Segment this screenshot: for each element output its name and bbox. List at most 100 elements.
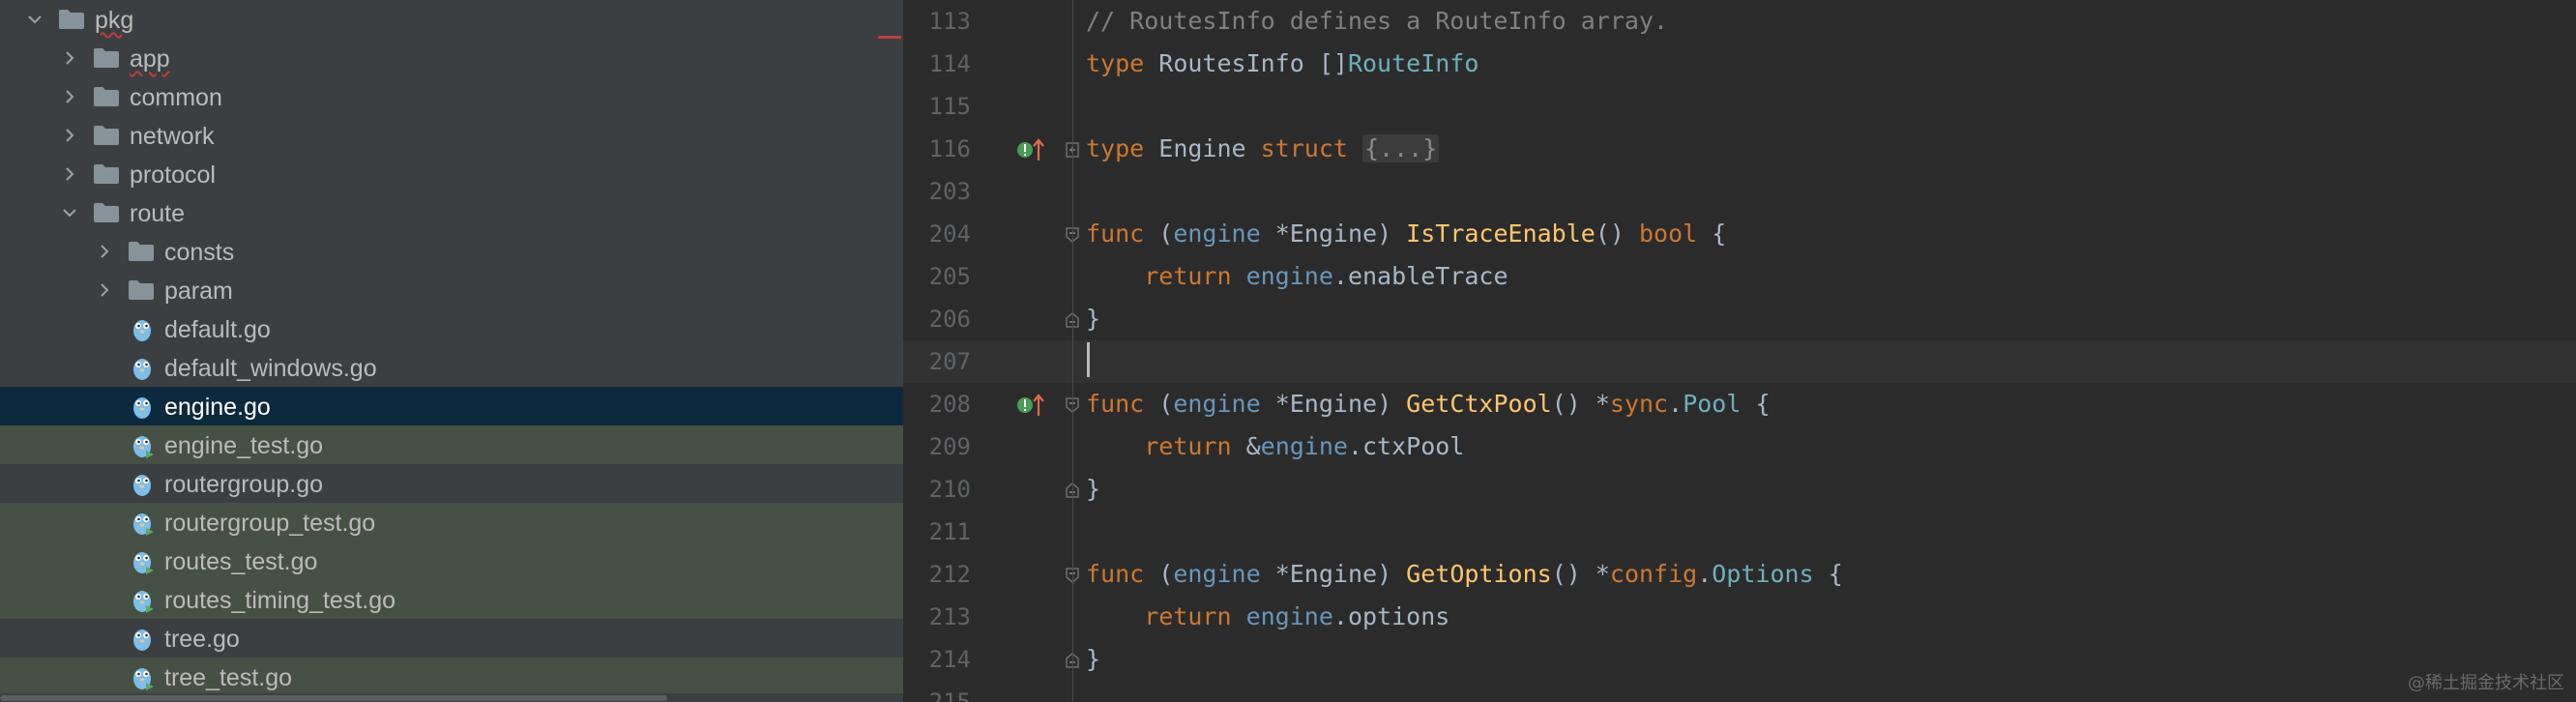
line-number[interactable]: 115 — [903, 92, 971, 121]
tree-item-routergroup-test-go[interactable]: routergroup_test.go — [0, 503, 903, 541]
tree-item-label: engine.go — [164, 394, 271, 421]
line-number[interactable]: 209 — [903, 432, 971, 461]
code-text[interactable]: // RoutesInfo defines a RouteInfo array. — [1086, 7, 1668, 36]
code-line-204[interactable]: 204 func (engine *Engine) IsTraceEnable()… — [903, 213, 2576, 255]
tree-item-routergroup-go[interactable]: routergroup.go — [0, 464, 903, 503]
code-editor[interactable]: 113 // RoutesInfo defines a RouteInfo arr… — [903, 0, 2576, 702]
code-token: } — [1086, 645, 1101, 673]
code-token: () — [1595, 219, 1639, 248]
code-line-113[interactable]: 113 // RoutesInfo defines a RouteInfo arr… — [903, 0, 2576, 43]
tree-item-label: protocol — [130, 161, 216, 189]
code-line-213[interactable]: 213 return engine.options — [903, 596, 2576, 638]
tree-item-default-windows-go[interactable]: default_windows.go — [0, 348, 903, 387]
tree-item-engine-go[interactable]: engine.go — [0, 387, 903, 425]
code-line-207[interactable]: 207 — [903, 340, 2576, 383]
tree-item-label: tree.go — [164, 626, 240, 653]
line-number[interactable]: 116 — [903, 134, 971, 163]
code-token: return — [1144, 432, 1246, 460]
code-token: GetCtxPool — [1406, 390, 1552, 418]
chevron-right-icon[interactable] — [97, 244, 112, 259]
code-token: engine — [1260, 432, 1348, 460]
line-number[interactable]: 211 — [903, 517, 971, 546]
tree-item-label: pkg — [95, 7, 134, 34]
code-text[interactable]: func (engine *Engine) IsTraceEnable() bo… — [1086, 219, 1726, 249]
code-text[interactable]: } — [1086, 645, 1100, 674]
code-line-214[interactable]: 214} — [903, 638, 2576, 681]
line-number[interactable]: 205 — [903, 262, 971, 291]
code-line-209[interactable]: 209 return &engine.ctxPool — [903, 425, 2576, 468]
tree-item-default-go[interactable]: default.go — [0, 309, 903, 348]
tree-item-engine-test-go[interactable]: engine_test.go — [0, 425, 903, 464]
tree-item-label: common — [130, 84, 222, 111]
code-token: .options — [1332, 602, 1450, 630]
tree-item-common[interactable]: common — [0, 77, 903, 116]
code-token: * — [1274, 390, 1290, 418]
line-number[interactable]: 213 — [903, 602, 971, 631]
folder-icon — [59, 10, 84, 29]
code-text[interactable]: func (engine *Engine) GetOptions() *conf… — [1086, 560, 1843, 589]
chevron-right-icon[interactable] — [62, 89, 77, 104]
tree-item-label: default.go — [164, 316, 271, 343]
chevron-right-icon[interactable] — [62, 166, 77, 182]
code-text[interactable]: return engine.options — [1086, 602, 1449, 631]
project-tree[interactable]: pkg app common network protocol route consts pa… — [0, 0, 903, 702]
tree-item-app[interactable]: app — [0, 39, 903, 77]
implements-icon[interactable] — [1016, 393, 1045, 418]
code-line-115[interactable]: 115 — [903, 85, 2576, 128]
chevron-right-icon[interactable] — [62, 50, 77, 66]
folder-icon — [94, 203, 119, 222]
line-number[interactable]: 113 — [903, 7, 971, 36]
tree-item-consts[interactable]: consts — [0, 232, 903, 271]
line-number[interactable]: 204 — [903, 219, 971, 249]
implements-icon[interactable] — [1016, 137, 1045, 162]
code-line-114[interactable]: 114 type RoutesInfo []RouteInfo — [903, 43, 2576, 85]
code-text[interactable]: func (engine *Engine) GetCtxPool() *sync… — [1086, 390, 1771, 419]
line-number[interactable]: 212 — [903, 560, 971, 589]
tree-item-routes-test-go[interactable]: routes_test.go — [0, 541, 903, 580]
code-line-205[interactable]: 205 return engine.enableTrace — [903, 255, 2576, 298]
code-line-215[interactable]: 215 — [903, 681, 2576, 702]
line-number[interactable]: 203 — [903, 177, 971, 206]
tree-item-tree-test-go[interactable]: tree_test.go — [0, 658, 903, 696]
code-line-208[interactable]: 208 func (engine *Engine) GetCtxPool() *s… — [903, 383, 2576, 425]
tree-horizontal-scrollbar-thumb[interactable] — [0, 695, 667, 701]
chevron-right-icon[interactable] — [62, 128, 77, 143]
tree-item-param[interactable]: param — [0, 271, 903, 309]
tree-item-pkg[interactable]: pkg — [0, 0, 903, 39]
chevron-right-icon[interactable] — [97, 282, 112, 298]
code-token: Engine — [1289, 219, 1378, 248]
line-number[interactable]: 114 — [903, 49, 971, 78]
line-number[interactable]: 210 — [903, 475, 971, 504]
code-text[interactable]: } — [1086, 475, 1100, 504]
folder-icon — [129, 280, 154, 300]
line-number[interactable]: 215 — [903, 687, 971, 702]
code-line-206[interactable]: 206} — [903, 298, 2576, 340]
tree-item-tree-go[interactable]: tree.go — [0, 619, 903, 658]
code-text[interactable]: return engine.enableTrace — [1086, 262, 1508, 291]
line-number[interactable]: 206 — [903, 305, 971, 334]
code-text[interactable]: return &engine.ctxPool — [1086, 432, 1464, 461]
line-number[interactable]: 207 — [903, 347, 971, 376]
tree-item-network[interactable]: network — [0, 116, 903, 155]
code-line-203[interactable]: 203 — [903, 170, 2576, 213]
code-line-212[interactable]: 212 func (engine *Engine) GetOptions() *c… — [903, 553, 2576, 596]
folder-icon — [94, 126, 119, 145]
tree-item-protocol[interactable]: protocol — [0, 155, 903, 193]
code-text[interactable]: type Engine struct {...} — [1086, 134, 1440, 163]
go-file-icon — [133, 397, 151, 419]
line-number[interactable]: 208 — [903, 390, 971, 419]
tree-item-routes-timing-test-go[interactable]: routes_timing_test.go — [0, 580, 903, 619]
error-stripe-marker[interactable] — [878, 36, 901, 39]
chevron-down-icon[interactable] — [62, 205, 77, 220]
code-token: ) — [1377, 219, 1407, 248]
code-text[interactable]: type RoutesInfo []RouteInfo — [1086, 49, 1478, 78]
chevron-down-icon[interactable] — [27, 12, 43, 27]
tree-item-route[interactable]: route — [0, 193, 903, 232]
code-token: {...} — [1361, 134, 1440, 162]
code-line-211[interactable]: 211 — [903, 511, 2576, 553]
code-text[interactable]: } — [1086, 305, 1100, 334]
line-number[interactable]: 214 — [903, 645, 971, 674]
code-line-116[interactable]: 116 type Engine struct {...} — [903, 128, 2576, 170]
code-line-210[interactable]: 210} — [903, 468, 2576, 511]
tree-item-label: route — [130, 200, 185, 227]
